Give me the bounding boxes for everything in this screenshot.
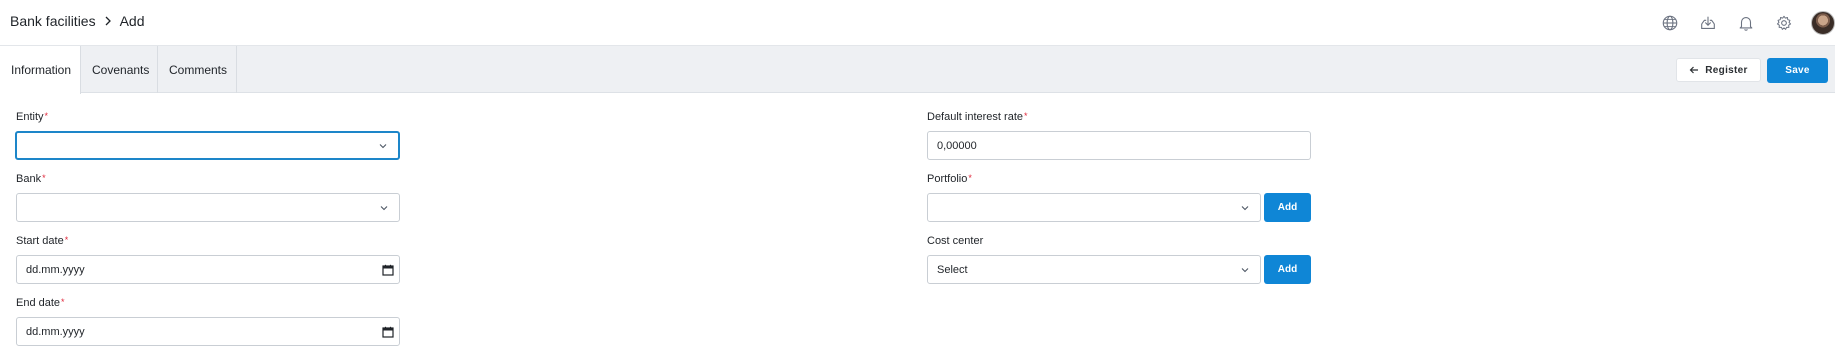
breadcrumb-current: Add: [119, 13, 145, 29]
tab-covenants[interactable]: Covenants: [81, 46, 158, 93]
tab-comments[interactable]: Comments: [158, 46, 237, 93]
default-interest-rate-value: 0,00000: [937, 139, 977, 152]
entity-select[interactable]: [15, 131, 400, 160]
add-cost-center-button[interactable]: Add: [1264, 255, 1311, 284]
start-date-label: Start date*: [16, 235, 69, 247]
chevron-down-icon: [380, 205, 388, 210]
required-marker: *: [968, 173, 972, 183]
bell-icon[interactable]: [1735, 12, 1757, 34]
bank-label: Bank*: [16, 173, 46, 185]
required-marker: *: [44, 111, 49, 121]
tab-information-label: Information: [11, 63, 72, 77]
required-marker: *: [64, 235, 69, 245]
top-icon-bar: [1659, 0, 1835, 46]
default-interest-rate-input[interactable]: 0,00000: [927, 131, 1311, 160]
required-marker: *: [61, 297, 65, 307]
calendar-icon[interactable]: [382, 326, 394, 338]
chevron-down-icon: [1241, 267, 1249, 272]
required-marker: *: [42, 173, 46, 183]
chevron-down-icon: [1241, 205, 1249, 210]
tab-information[interactable]: Information: [0, 46, 81, 94]
portfolio-label: Portfolio*: [927, 173, 972, 185]
register-button[interactable]: Register: [1676, 58, 1761, 82]
download-icon[interactable]: [1697, 12, 1719, 34]
cost-center-select[interactable]: Select: [927, 255, 1261, 284]
gear-icon[interactable]: [1773, 12, 1795, 34]
breadcrumb-parent[interactable]: Bank facilities: [10, 13, 96, 29]
breadcrumb: Bank facilities Add: [10, 13, 145, 29]
add-cost-center-label: Add: [1277, 264, 1298, 275]
save-button[interactable]: Save: [1767, 58, 1828, 83]
tab-comments-label: Comments: [169, 62, 228, 77]
default-interest-rate-label: Default interest rate*: [927, 111, 1028, 123]
start-date-input[interactable]: dd.mm.yyyy: [16, 255, 400, 284]
tab-covenants-label: Covenants: [92, 62, 150, 77]
entity-label: Entity*: [16, 111, 49, 123]
end-date-label: End date*: [16, 297, 65, 309]
register-label: Register: [1705, 64, 1748, 76]
avatar[interactable]: [1811, 11, 1835, 35]
end-date-value: dd.mm.yyyy: [26, 325, 85, 338]
required-marker: *: [1024, 111, 1028, 121]
arrow-left-icon: [1689, 66, 1699, 74]
cost-center-label: Cost center: [927, 235, 984, 247]
calendar-icon[interactable]: [382, 264, 394, 276]
tab-bar: Information Covenants Comments: [0, 46, 1835, 94]
bank-select[interactable]: [16, 193, 400, 222]
end-date-input[interactable]: dd.mm.yyyy: [16, 317, 400, 346]
add-portfolio-label: Add: [1277, 202, 1298, 213]
add-portfolio-button[interactable]: Add: [1264, 193, 1311, 222]
cost-center-value: Select: [937, 263, 968, 276]
top-bar: Bank facilities Add: [0, 0, 1835, 46]
start-date-value: dd.mm.yyyy: [26, 263, 85, 276]
save-label: Save: [1785, 65, 1810, 76]
chevron-down-icon: [379, 143, 387, 148]
chevron-right-icon: [105, 16, 111, 26]
globe-icon[interactable]: [1659, 12, 1681, 34]
portfolio-select[interactable]: [927, 193, 1261, 222]
